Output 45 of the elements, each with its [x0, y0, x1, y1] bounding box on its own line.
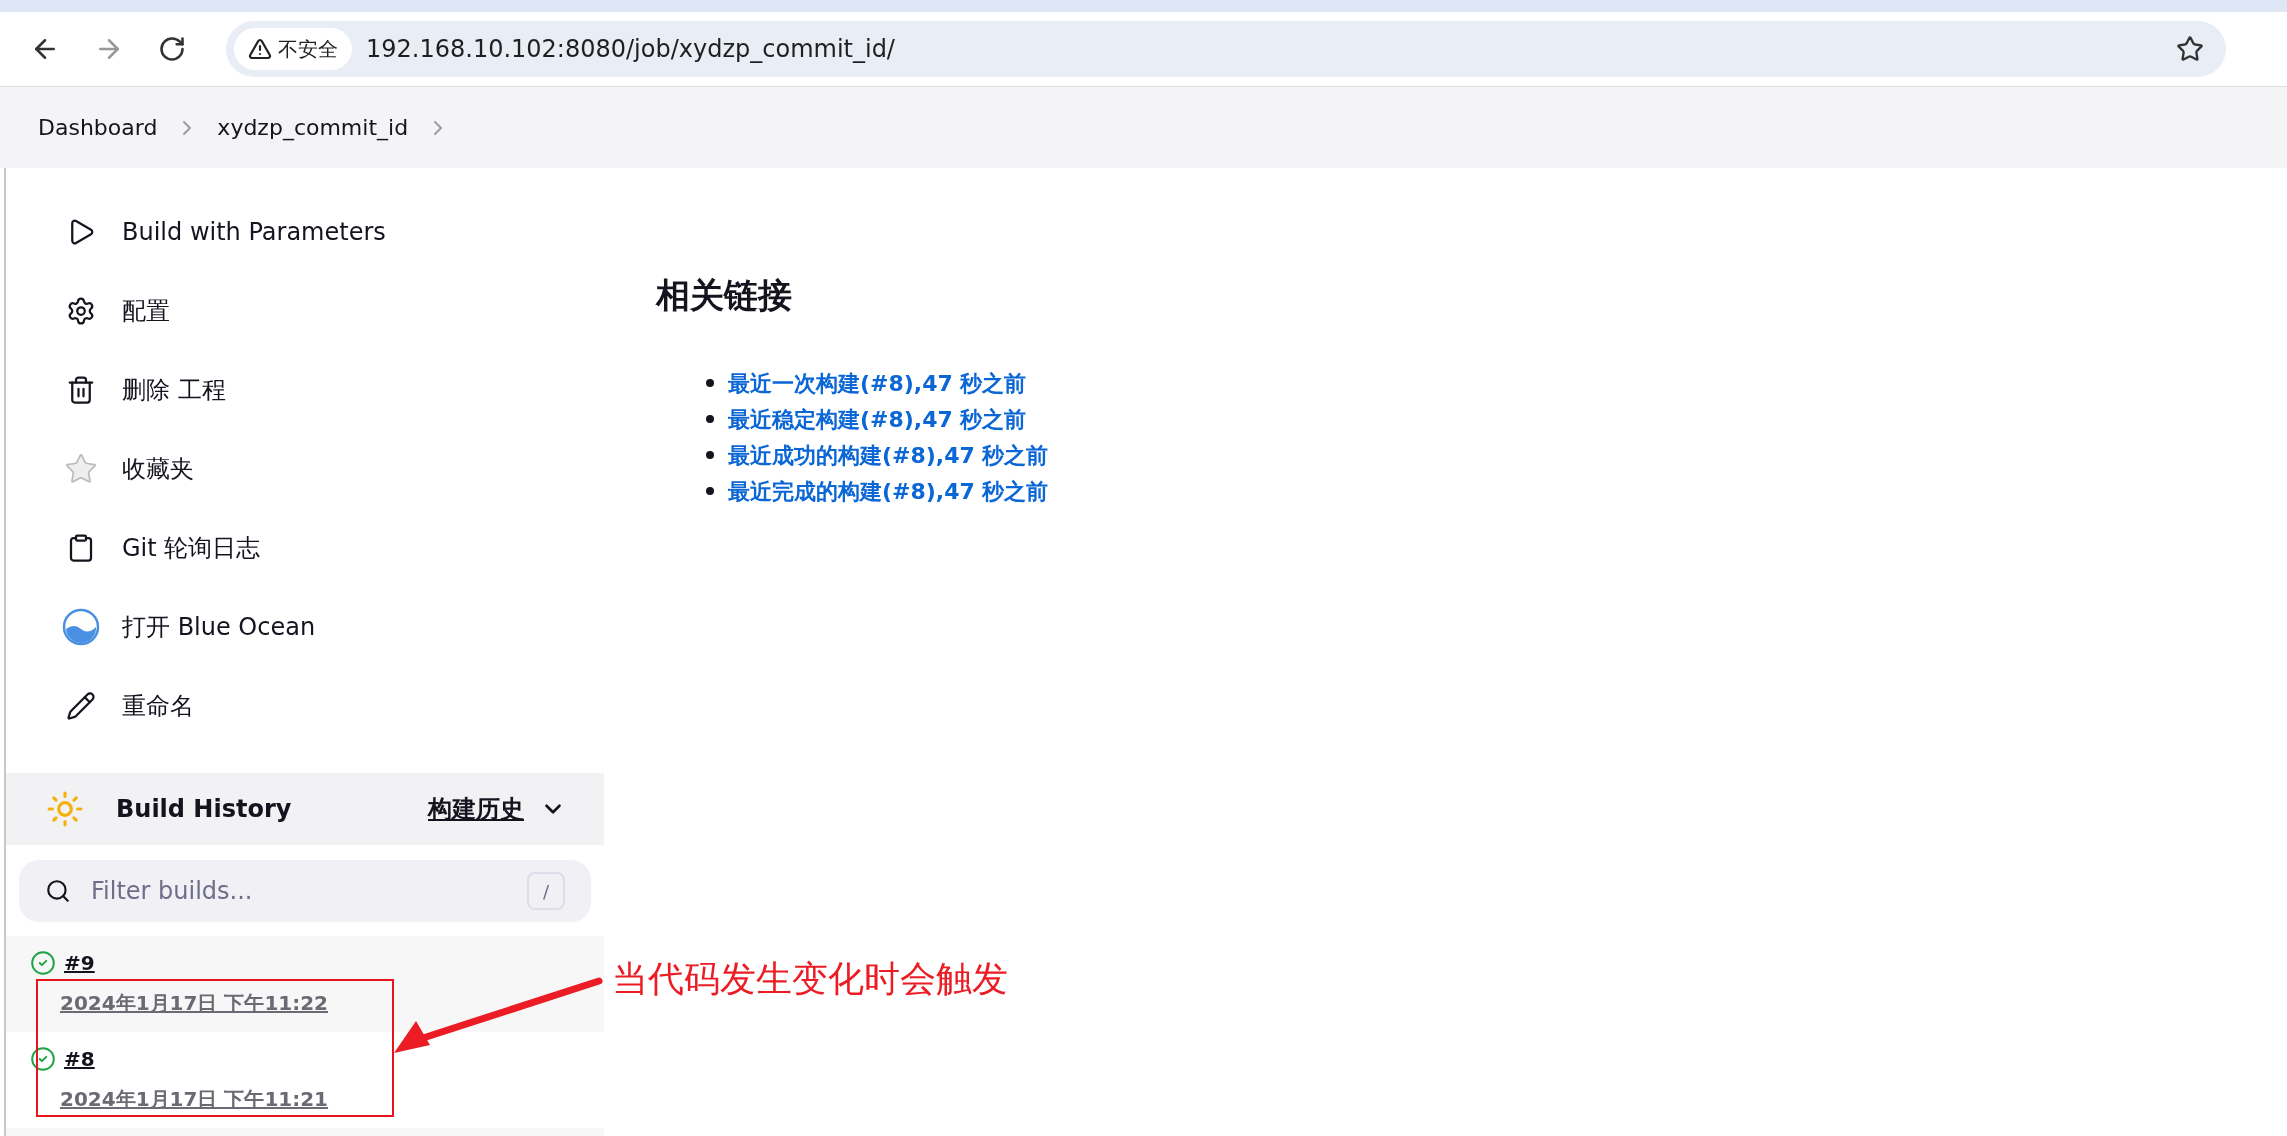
build-date[interactable]: 2024年1月17日 下午11:21: [60, 1084, 604, 1114]
sidebar-item[interactable]: 重命名: [6, 666, 604, 745]
sun-icon: [46, 790, 84, 828]
url-text: 192.168.10.102:8080/job/xydzp_commit_id/: [366, 34, 895, 65]
pencil-icon: [66, 690, 96, 721]
ocean-icon: [62, 607, 100, 646]
annotation-text: 当代码发生变化时会触发: [612, 957, 1008, 1001]
build-link[interactable]: 最近成功的构建(#8),47 秒之前: [728, 438, 1049, 472]
breadcrumb-link[interactable]: xydzp_commit_id: [217, 111, 409, 144]
security-chip[interactable]: 不安全: [234, 28, 352, 70]
breadcrumb-link[interactable]: Dashboard: [38, 111, 158, 144]
build-history-link[interactable]: 构建历史: [428, 791, 524, 827]
build-link[interactable]: 最近一次构建(#8),47 秒之前: [728, 366, 1027, 400]
filter-input[interactable]: Filter builds...: [91, 873, 527, 909]
sidebar-item[interactable]: 配置: [6, 271, 604, 350]
settings-icon: [66, 295, 96, 326]
build-link[interactable]: 最近完成的构建(#8),47 秒之前: [728, 474, 1049, 508]
build-date[interactable]: 2024年1月17日 下午11:22: [60, 988, 604, 1018]
shortcut-key: /: [527, 872, 565, 910]
sidebar-item[interactable]: 打开 Blue Ocean: [6, 587, 604, 666]
section-heading: 相关链接: [656, 274, 793, 317]
security-label: 不安全: [278, 36, 338, 63]
sidebar-item[interactable]: Build with Parameters: [6, 192, 604, 271]
bookmark-icon[interactable]: [2176, 35, 2204, 63]
reload-icon[interactable]: [158, 35, 186, 63]
star-icon: [64, 451, 98, 486]
sidebar-item[interactable]: 收藏夹: [6, 429, 604, 508]
build-number[interactable]: #9: [64, 948, 95, 978]
bullet-icon: [706, 379, 714, 387]
address-bar[interactable]: 不安全 192.168.10.102:8080/job/xydzp_commit_id/: [226, 21, 2226, 77]
build-row[interactable]: #9 2024年1月17日 下午11:22: [6, 936, 604, 1032]
bullet-icon: [706, 487, 714, 495]
trash-icon: [66, 374, 96, 405]
success-icon: [30, 950, 56, 976]
warning-icon: [248, 37, 272, 61]
filter-field[interactable]: Filter builds... /: [19, 860, 591, 922]
build-link[interactable]: 最近稳定构建(#8),47 秒之前: [728, 402, 1027, 436]
build-number[interactable]: #8: [64, 1044, 95, 1074]
build-history-title: Build History: [116, 794, 292, 825]
search-icon: [45, 878, 71, 904]
bullet-icon: [706, 415, 714, 423]
bullet-icon: [706, 451, 714, 459]
sidebar-item[interactable]: Git 轮询日志: [6, 508, 604, 587]
success-icon: [30, 1046, 56, 1072]
sidebar-item[interactable]: 删除 工程: [6, 350, 604, 429]
